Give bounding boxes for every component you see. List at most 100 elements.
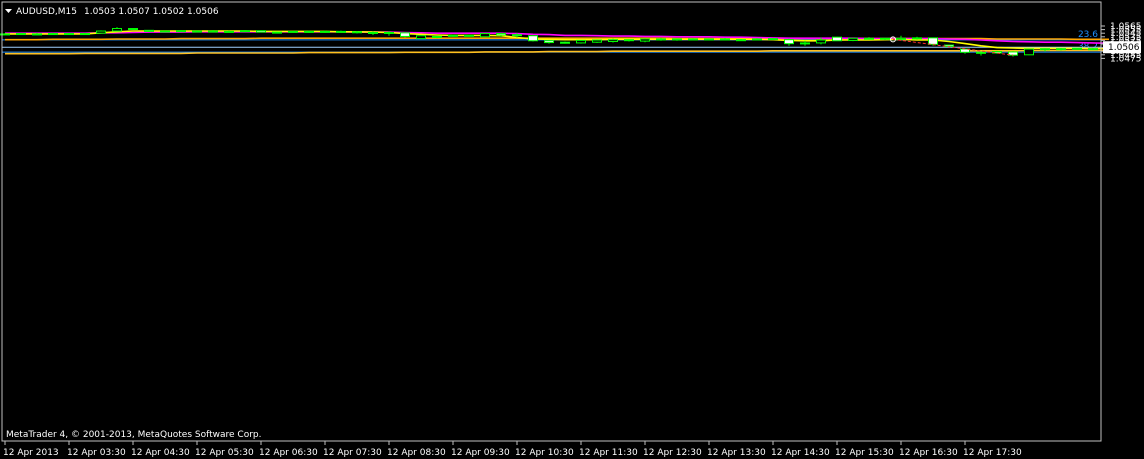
candle-body — [752, 38, 762, 41]
candle-body — [16, 33, 26, 36]
candle-body — [448, 34, 458, 37]
candle[interactable] — [576, 39, 586, 44]
candle[interactable] — [48, 32, 58, 36]
candle[interactable] — [640, 38, 650, 43]
candle-body — [512, 34, 522, 37]
x-tick-label: 12 Apr 10:30 — [515, 448, 574, 458]
chart-canvas[interactable]: 23.638.2 1.05651.05551.05451.05351.05251… — [0, 0, 1144, 459]
candle[interactable] — [592, 39, 602, 43]
x-tick-label: 12 Apr 08:30 — [387, 448, 446, 458]
candle[interactable] — [736, 38, 746, 42]
candle-body — [240, 30, 250, 33]
candle[interactable] — [464, 34, 474, 37]
candle[interactable] — [176, 30, 186, 33]
candle[interactable] — [80, 32, 90, 36]
candle[interactable] — [832, 36, 842, 42]
candle[interactable] — [608, 38, 618, 43]
candle-body — [416, 35, 426, 40]
x-tick-label: 12 Apr 11:30 — [579, 448, 638, 458]
candle-body — [784, 39, 794, 45]
candle[interactable] — [1088, 47, 1098, 51]
candle-body — [560, 41, 570, 44]
candle[interactable] — [432, 35, 442, 39]
candle[interactable] — [272, 31, 282, 34]
candle-body — [336, 30, 346, 33]
candle[interactable] — [400, 32, 410, 38]
candle-body — [848, 37, 858, 41]
candle-body — [880, 37, 890, 40]
candle-body — [480, 33, 490, 38]
candle-body — [304, 30, 314, 33]
candle[interactable] — [256, 30, 266, 33]
candle[interactable] — [1024, 48, 1034, 56]
candle-body — [160, 30, 170, 33]
symbol-label: AUDUSD,M15 — [16, 7, 77, 17]
x-tick-label: 12 Apr 15:30 — [835, 448, 894, 458]
candle-body — [32, 33, 42, 36]
candle[interactable] — [880, 37, 890, 41]
candle-body — [256, 30, 266, 33]
y-tick-label: 1.0475 — [1110, 54, 1142, 64]
current-price-label: 1.0506 — [1108, 43, 1140, 53]
x-tick-label: 12 Apr 12:30 — [643, 448, 702, 458]
candle[interactable] — [768, 37, 778, 41]
candle[interactable] — [448, 34, 458, 37]
copyright-text: MetaTrader 4, © 2001-2013, MetaQuotes So… — [6, 430, 262, 440]
candle[interactable] — [160, 30, 170, 33]
candle-body — [208, 30, 218, 33]
candle[interactable] — [560, 41, 570, 44]
candle-body — [688, 38, 698, 41]
candle-body — [912, 37, 922, 40]
candle-body — [528, 35, 538, 42]
candle[interactable] — [304, 30, 314, 33]
candle-body — [592, 39, 602, 43]
candle[interactable] — [624, 39, 634, 42]
candle[interactable] — [352, 31, 362, 34]
candle-body — [384, 31, 394, 34]
candle-body — [800, 42, 810, 45]
candle-body — [576, 39, 586, 44]
candle-body — [720, 38, 730, 41]
x-tick-label: 12 Apr 07:30 — [323, 448, 382, 458]
candle[interactable] — [240, 29, 250, 33]
candle[interactable] — [144, 29, 154, 32]
candle[interactable] — [192, 30, 202, 33]
candle[interactable] — [528, 35, 538, 42]
candle[interactable] — [320, 30, 330, 33]
candle[interactable] — [848, 37, 858, 42]
ohlc-readout: 1.0503 1.0507 1.0502 1.0506 — [84, 7, 219, 17]
candle[interactable] — [64, 32, 74, 36]
candle-body — [288, 30, 298, 33]
candle-body — [176, 30, 186, 33]
candle[interactable] — [1072, 47, 1082, 50]
candle-body — [544, 40, 554, 44]
candle[interactable] — [1056, 47, 1066, 51]
candle-body — [928, 37, 938, 45]
candle-body — [768, 38, 778, 41]
x-tick-label: 12 Apr 04:30 — [131, 448, 190, 458]
candle[interactable] — [128, 28, 138, 31]
x-tick-label: 12 Apr 14:30 — [771, 448, 830, 458]
candle-body — [464, 34, 474, 37]
candle[interactable] — [672, 38, 682, 41]
candle[interactable] — [288, 30, 298, 33]
candle[interactable] — [752, 38, 762, 41]
candle[interactable] — [480, 33, 490, 38]
candle[interactable] — [688, 38, 698, 41]
candle-body — [144, 29, 154, 32]
candle-body — [1072, 47, 1082, 50]
candle[interactable] — [416, 35, 426, 40]
candle[interactable] — [704, 38, 714, 41]
candle-body — [496, 33, 506, 36]
candle[interactable] — [96, 30, 106, 34]
x-tick-label: 12 Apr 06:30 — [259, 448, 318, 458]
candle[interactable] — [16, 33, 26, 36]
candle-body — [1040, 48, 1050, 51]
candle-body — [1088, 48, 1098, 51]
candle-body — [976, 51, 986, 54]
candle-body — [896, 37, 906, 40]
candle-body — [96, 30, 106, 34]
candle-body — [656, 38, 666, 41]
candle[interactable] — [336, 30, 346, 33]
candle[interactable] — [224, 30, 234, 33]
